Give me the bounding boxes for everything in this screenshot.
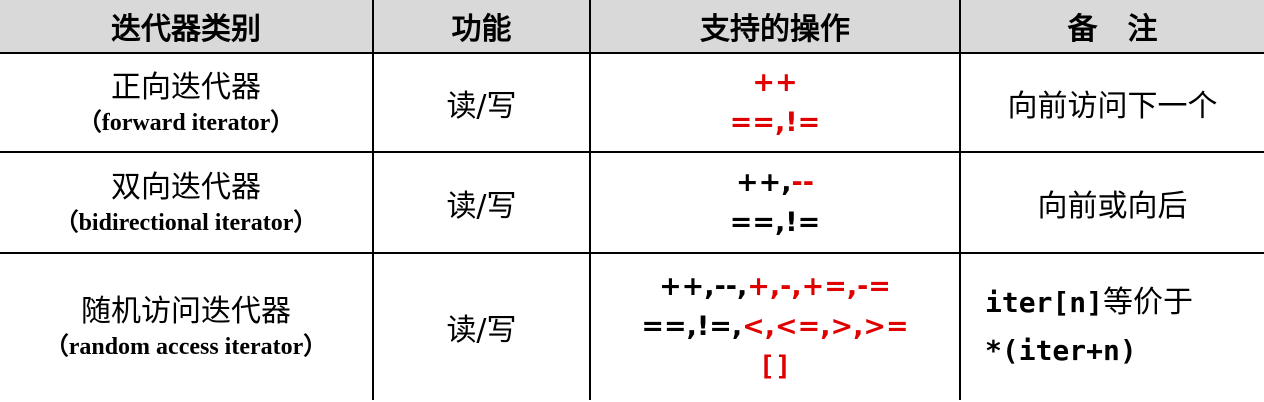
table-row: 正向迭代器 （forward iterator） 读/写 ++ ==,!= 向前… [0, 52, 1264, 153]
operations-cell: ++,-- ==,!= [589, 151, 961, 254]
operation-text-highlight: <,<=,>,>= [742, 311, 909, 342]
remark-cell: iter[n]等价于 *(iter+n) [959, 252, 1264, 400]
header-row: 迭代器类别 功能 支持的操作 备 注 [0, 0, 1264, 54]
category-name: 正向迭代器 [111, 69, 261, 105]
operations-cell: ++,--,+,-,+=,-= ==,!=,<,<=,>,>= [] [589, 252, 961, 400]
remark-cell: 向前访问下一个 [959, 52, 1264, 153]
operation-line: ++ [752, 66, 798, 98]
operation-line: [] [591, 347, 959, 387]
category-english: （forward iterator） [77, 109, 295, 136]
table-row: 随机访问迭代器 （random access iterator） 读/写 ++,… [0, 252, 1264, 400]
category-name: 双向迭代器 [111, 169, 261, 205]
operation-line: ==,!=,<,<=,>,>= [591, 307, 959, 347]
header-operations: 支持的操作 [589, 0, 961, 54]
operation-line: ++,-- [591, 163, 959, 203]
function-cell: 读/写 [372, 52, 591, 153]
remark-line: *(iter+n) [985, 327, 1264, 375]
operations-cell: ++ ==,!= [589, 52, 961, 153]
category-cell: 双向迭代器 （bidirectional iterator） [0, 151, 374, 254]
category-english: （bidirectional iterator） [54, 209, 318, 236]
operation-text-highlight: -- [791, 166, 814, 198]
remark-code: iter[n] [985, 286, 1104, 319]
operation-line: ==,!= [729, 106, 821, 138]
remark-code: *(iter+n) [985, 334, 1137, 367]
table-row: 双向迭代器 （bidirectional iterator） 读/写 ++,--… [0, 151, 1264, 254]
category-cell: 随机访问迭代器 （random access iterator） [0, 252, 374, 400]
operation-text: ++, [736, 166, 792, 198]
operation-line: ++,--,+,-,+=,-= [591, 267, 959, 307]
function-cell: 读/写 [372, 252, 591, 400]
remark-text: 等价于 [1103, 285, 1194, 320]
category-english: （random access iterator） [44, 334, 328, 360]
header-category: 迭代器类别 [0, 0, 374, 54]
operation-text-highlight: +,-,+=,-= [747, 271, 891, 302]
operation-text: ==,!=, [641, 311, 743, 342]
operation-text-highlight: [] [758, 351, 792, 382]
operation-line: ==,!= [591, 203, 959, 243]
function-cell: 读/写 [372, 151, 591, 254]
category-cell: 正向迭代器 （forward iterator） [0, 52, 374, 153]
remark-line: iter[n]等价于 [985, 279, 1264, 327]
category-name: 随机访问迭代器 [81, 294, 291, 329]
operation-text: ++,--, [659, 271, 748, 302]
header-function: 功能 [372, 0, 591, 54]
header-remarks: 备 注 [959, 0, 1264, 54]
remark-cell: 向前或向后 [959, 151, 1264, 254]
iterator-table: 迭代器类别 功能 支持的操作 备 注 正向迭代器 （forward iterat… [0, 0, 1264, 400]
operation-text: ==,!= [729, 206, 821, 238]
